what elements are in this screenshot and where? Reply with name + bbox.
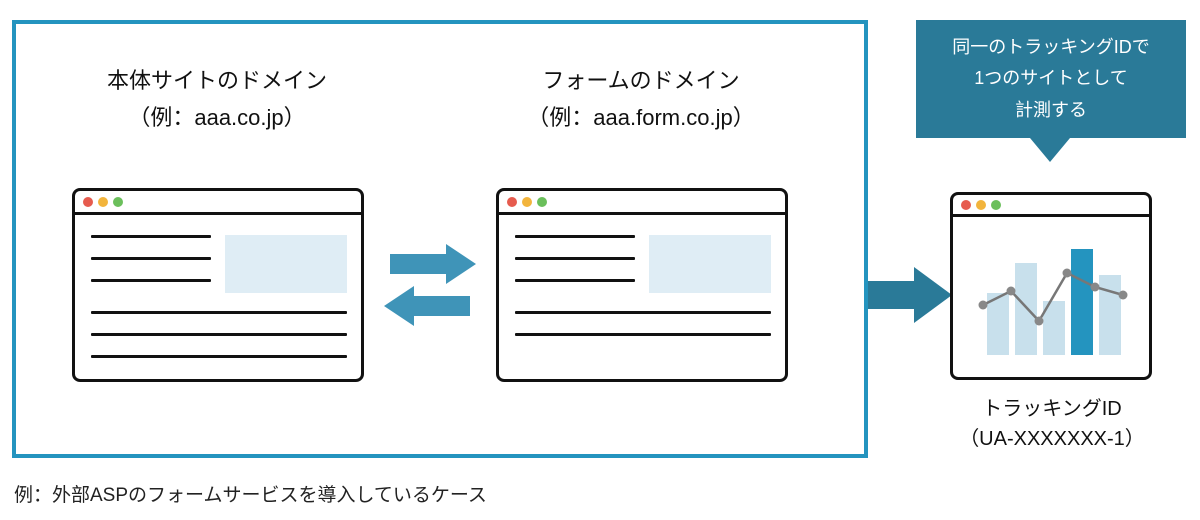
browser-title-bar	[953, 195, 1149, 217]
content-line	[91, 235, 211, 238]
traffic-light-green-icon	[113, 197, 123, 207]
form-site-label: フォームのドメイン （例：aaa.form.co.jp）	[460, 62, 822, 137]
traffic-light-yellow-icon	[98, 197, 108, 207]
content-line	[515, 257, 635, 260]
traffic-light-yellow-icon	[522, 197, 532, 207]
chart-line-icon	[953, 217, 1155, 383]
content-image-placeholder	[649, 235, 771, 293]
analytics-chart	[953, 217, 1149, 377]
traffic-light-red-icon	[83, 197, 93, 207]
form-site-example: （例：aaa.form.co.jp）	[527, 105, 754, 130]
callout-line2: 1つのサイトとして	[974, 68, 1127, 88]
tracking-id-label: トラッキングID （UA-XXXXXXX-1）	[918, 394, 1186, 454]
main-site-example: （例：aaa.co.jp）	[128, 105, 305, 130]
browser-title-bar	[499, 191, 785, 215]
form-site-title: フォームのドメイン	[542, 68, 739, 93]
callout-box: 同一のトラッキングIDで 1つのサイトとして 計測する	[916, 20, 1186, 138]
content-line	[515, 279, 635, 282]
main-site-label: 本体サイトのドメイン （例：aaa.co.jp）	[36, 62, 398, 137]
tracking-example-text: （UA-XXXXXXX-1）	[959, 428, 1145, 450]
content-line	[91, 279, 211, 282]
browser-title-bar	[75, 191, 361, 215]
content-line	[91, 333, 347, 336]
browser-main-site	[72, 188, 364, 382]
traffic-light-green-icon	[537, 197, 547, 207]
browser-analytics	[950, 192, 1152, 380]
traffic-light-red-icon	[961, 200, 971, 210]
diagram-caption: 例：外部ASPのフォームサービスを導入しているケース	[14, 480, 487, 507]
content-line	[515, 333, 771, 336]
traffic-light-green-icon	[991, 200, 1001, 210]
content-image-placeholder	[225, 235, 347, 293]
callout-pointer-icon	[1030, 138, 1070, 162]
browser-form-site	[496, 188, 788, 382]
callout-line3: 計測する	[1015, 100, 1087, 120]
bidirectional-arrow	[380, 238, 480, 332]
tracking-label-text: トラッキングID	[982, 398, 1121, 420]
traffic-light-red-icon	[507, 197, 517, 207]
traffic-light-yellow-icon	[976, 200, 986, 210]
content-line	[515, 311, 771, 314]
content-line	[91, 257, 211, 260]
flow-arrow-icon	[868, 267, 952, 328]
callout-line1: 同一のトラッキングIDで	[952, 37, 1149, 57]
content-line	[91, 311, 347, 314]
content-line	[515, 235, 635, 238]
main-site-title: 本体サイトのドメイン	[107, 68, 327, 93]
content-line	[91, 355, 347, 358]
